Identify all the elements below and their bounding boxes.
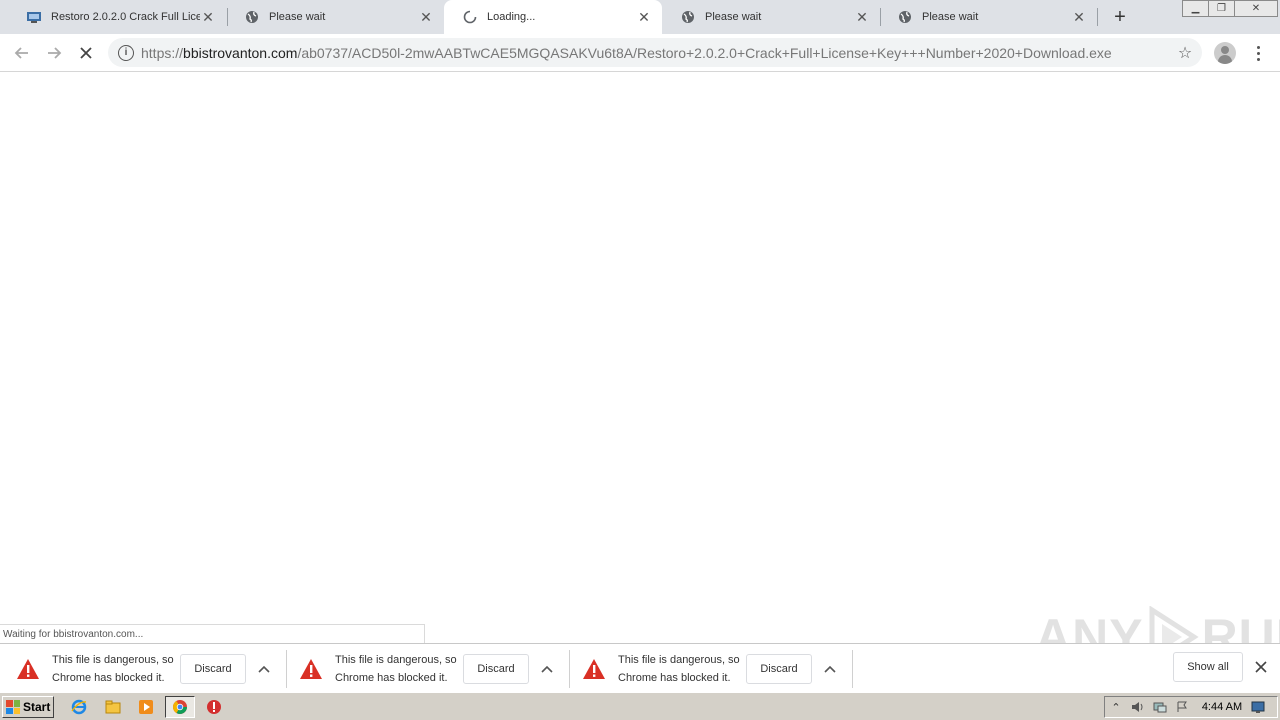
url-scheme: https:// <box>141 44 184 61</box>
browser-toolbar: i https://bbistrovanton.com/ab0737/ACD50… <box>0 34 1280 72</box>
chrome-icon <box>173 700 187 714</box>
chrome-taskbar-button[interactable] <box>165 696 195 718</box>
profile-avatar-icon[interactable] <box>1214 42 1236 64</box>
windows-logo-icon <box>6 700 20 714</box>
volume-icon[interactable] <box>1127 701 1149 713</box>
chrome-menu-icon[interactable] <box>1250 42 1266 64</box>
chevron-up-icon[interactable] <box>246 654 282 684</box>
window-controls: ▁ ❐ ✕ <box>1182 0 1278 17</box>
back-button[interactable] <box>9 40 35 66</box>
restoro-logo-icon <box>26 9 42 25</box>
warning-line-1: This file is dangerous, so <box>52 654 174 666</box>
forward-button[interactable] <box>41 40 67 66</box>
spinner-icon <box>462 9 478 25</box>
discard-button[interactable]: Discard <box>746 654 812 684</box>
minimize-button[interactable]: ▁ <box>1182 0 1209 17</box>
warning-line-1: This file is dangerous, so <box>618 654 740 666</box>
download-warning-text: This file is dangerous, so Chrome has bl… <box>335 651 457 687</box>
site-info-icon[interactable]: i <box>118 44 134 61</box>
url-host: bbistrovanton.com <box>183 44 298 61</box>
tab-divider <box>1097 8 1098 26</box>
chevron-up-icon[interactable] <box>529 654 565 684</box>
tab-restoro[interactable]: Restoro 2.0.2.0 Crack Full License ✕ <box>8 0 226 34</box>
bookmark-star-icon[interactable]: ☆ <box>1174 43 1196 63</box>
discard-button[interactable]: Discard <box>180 654 246 684</box>
globe-icon <box>897 9 913 25</box>
tab-title: Loading... <box>487 11 536 23</box>
download-divider <box>852 650 853 688</box>
discard-button[interactable]: Discard <box>463 654 529 684</box>
internet-explorer-icon[interactable] <box>70 698 88 716</box>
restore-button[interactable]: ❐ <box>1208 0 1235 17</box>
close-icon[interactable]: ✕ <box>854 9 870 25</box>
url-path: /ab0737/ACD50l-2mwAABTwCAE5MGQASAKVu6t8A… <box>297 44 1112 61</box>
warning-line-1: This file is dangerous, so <box>335 654 457 666</box>
download-shelf: This file is dangerous, so Chrome has bl… <box>0 643 1280 692</box>
download-item: This file is dangerous, so Chrome has bl… <box>566 650 848 688</box>
new-tab-button[interactable]: + <box>1108 5 1132 29</box>
warning-line-2: Chrome has blocked it. <box>618 672 731 684</box>
close-icon[interactable]: ✕ <box>636 9 652 25</box>
stop-loading-button[interactable] <box>73 40 99 66</box>
tab-title: Restoro 2.0.2.0 Crack Full License <box>51 11 200 23</box>
tab-title: Please wait <box>705 11 762 23</box>
show-all-button[interactable]: Show all <box>1173 652 1243 682</box>
stop-sign-app-icon[interactable] <box>205 698 223 716</box>
tab-title: Please wait <box>269 11 326 23</box>
globe-icon <box>680 9 696 25</box>
download-warning-text: This file is dangerous, so Chrome has bl… <box>52 651 174 687</box>
warning-triangle-icon <box>583 659 605 679</box>
system-tray: ⌃ 4:44 AM <box>1104 696 1278 718</box>
chevron-up-icon[interactable]: ⌃ <box>1105 701 1127 714</box>
stop-icon <box>80 47 92 59</box>
warning-triangle-icon <box>17 659 39 679</box>
tab-loading[interactable]: Loading... ✕ <box>444 0 662 34</box>
chevron-up-icon[interactable] <box>812 654 848 684</box>
tab-please-wait-2[interactable]: Please wait ✕ <box>662 0 880 34</box>
action-center-flag-icon[interactable] <box>1171 701 1193 713</box>
close-shelf-button[interactable] <box>1250 656 1272 678</box>
start-button[interactable]: Start <box>2 696 54 718</box>
close-icon[interactable]: ✕ <box>418 9 434 25</box>
warning-triangle-icon <box>300 659 322 679</box>
show-desktop-icon[interactable] <box>1247 701 1269 713</box>
tab-strip: Restoro 2.0.2.0 Crack Full License ✕ Ple… <box>0 0 1280 34</box>
warning-line-2: Chrome has blocked it. <box>52 672 165 684</box>
url-text[interactable]: https://bbistrovanton.com/ab0737/ACD50l-… <box>141 45 1174 61</box>
close-icon[interactable]: ✕ <box>1071 9 1087 25</box>
warning-line-2: Chrome has blocked it. <box>335 672 448 684</box>
network-icon[interactable] <box>1149 701 1171 713</box>
download-item: This file is dangerous, so Chrome has bl… <box>283 650 565 688</box>
address-bar[interactable]: i https://bbistrovanton.com/ab0737/ACD50… <box>108 38 1202 67</box>
close-icon <box>1255 661 1267 673</box>
arrow-left-icon <box>14 47 28 59</box>
download-warning-text: This file is dangerous, so Chrome has bl… <box>618 651 740 687</box>
windows-taskbar: Start ⌃ 4:44 AM <box>0 692 1280 720</box>
globe-icon <box>244 9 260 25</box>
tab-title: Please wait <box>922 11 979 23</box>
close-icon[interactable]: ✕ <box>200 9 216 25</box>
media-player-icon[interactable] <box>137 698 155 716</box>
page-content <box>0 72 1280 643</box>
tab-please-wait-1[interactable]: Please wait ✕ <box>226 0 444 34</box>
download-item: This file is dangerous, so Chrome has bl… <box>0 650 282 688</box>
arrow-right-icon <box>48 47 62 59</box>
status-bubble: Waiting for bbistrovanton.com... <box>0 624 425 643</box>
tab-please-wait-3[interactable]: Please wait ✕ <box>879 0 1097 34</box>
clock[interactable]: 4:44 AM <box>1197 701 1247 713</box>
file-explorer-icon[interactable] <box>104 698 122 716</box>
close-window-button[interactable]: ✕ <box>1234 0 1278 17</box>
start-label: Start <box>23 700 51 714</box>
